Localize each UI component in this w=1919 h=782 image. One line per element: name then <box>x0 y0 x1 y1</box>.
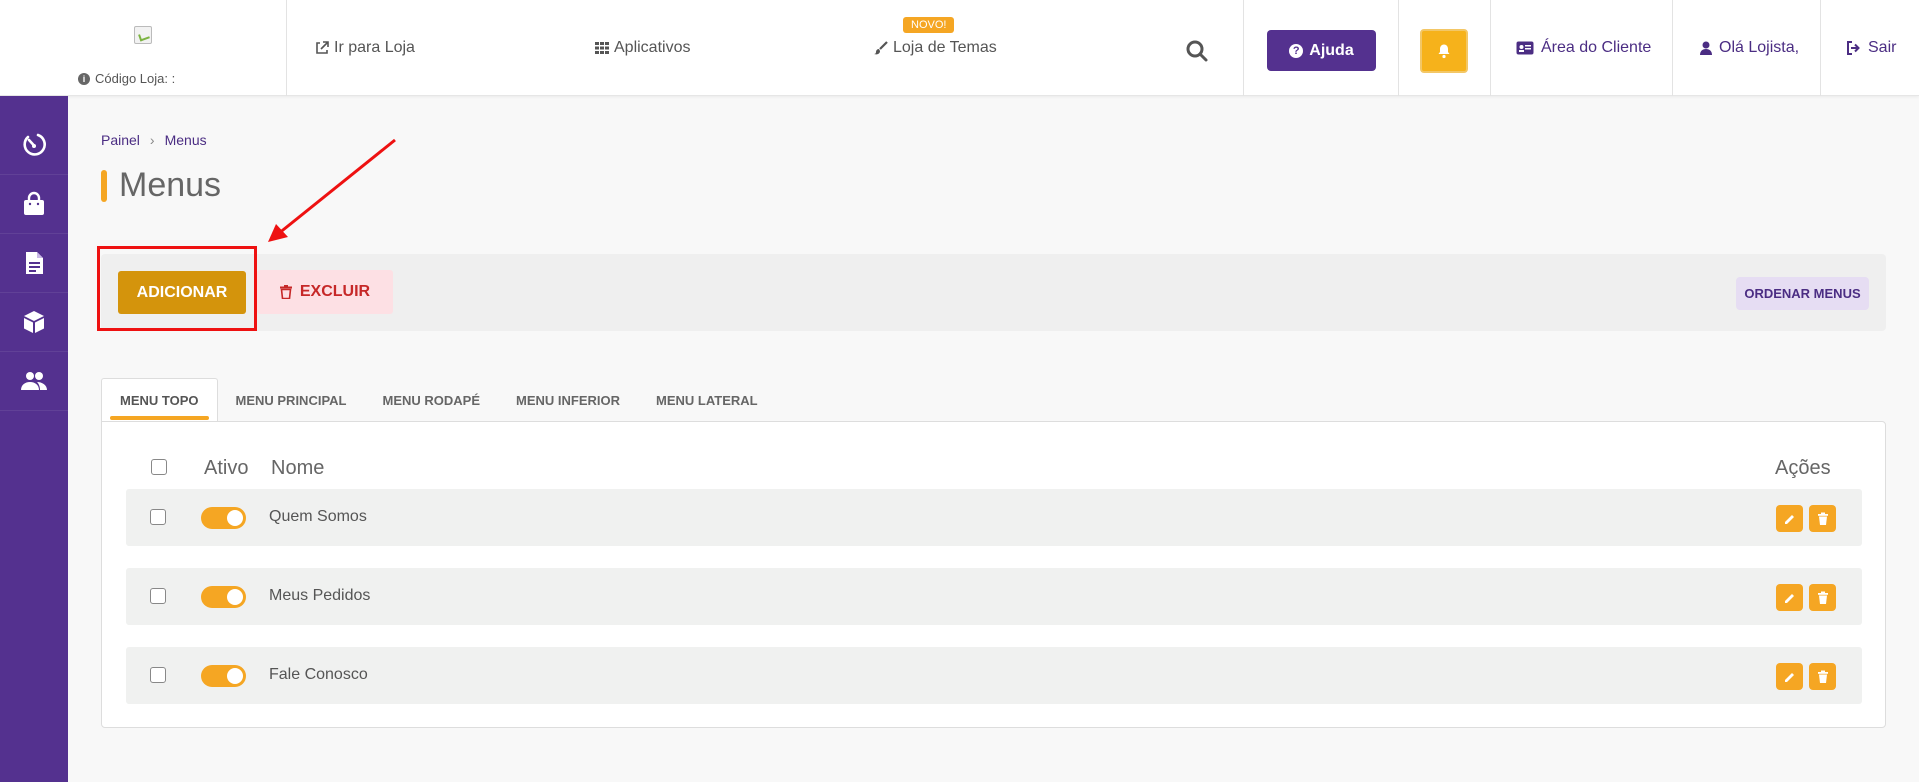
brush-icon <box>874 41 888 55</box>
info-icon: i <box>78 72 90 85</box>
user-icon <box>1700 41 1712 55</box>
active-toggle[interactable] <box>201 507 246 529</box>
trash-icon <box>1817 512 1828 525</box>
active-toggle[interactable] <box>201 665 246 687</box>
question-circle-icon: ? <box>1289 43 1304 58</box>
order-menus-button[interactable]: ORDENAR MENUS <box>1736 277 1869 310</box>
store-code: i Código Loja: : <box>78 71 175 86</box>
delete-row-button[interactable] <box>1809 663 1836 690</box>
breadcrumb: Painel › Menus <box>101 132 207 148</box>
tab-menu-topo[interactable]: MENU TOPO <box>101 378 218 422</box>
box-icon <box>24 311 44 333</box>
column-header-active: Ativo <box>204 457 249 479</box>
store-code-label: Código Loja: : <box>95 71 176 86</box>
delete-button[interactable]: EXCLUIR <box>257 270 393 314</box>
logout-link[interactable]: Sair <box>1846 0 1896 96</box>
breadcrumb-current: Menus <box>164 132 207 148</box>
pencil-icon <box>1784 514 1794 524</box>
tab-menu-rodape[interactable]: MENU RODAPÉ <box>364 378 498 422</box>
row-checkbox[interactable] <box>150 509 166 525</box>
top-header: i Código Loja: : Ir para Loja Aplicativo… <box>0 0 1919 96</box>
tab-menu-principal[interactable]: MENU PRINCIPAL <box>218 378 365 422</box>
pencil-icon <box>1784 593 1794 603</box>
trash-icon <box>279 285 292 299</box>
sidebar-item-content[interactable] <box>0 234 68 293</box>
tab-menu-inferior[interactable]: MENU INFERIOR <box>498 378 638 422</box>
notifications-button[interactable] <box>1420 29 1468 73</box>
search-icon[interactable] <box>1185 39 1209 63</box>
go-to-store-link[interactable]: Ir para Loja <box>314 0 415 96</box>
trash-icon <box>1817 591 1828 604</box>
client-area-link[interactable]: Área do Cliente <box>1516 0 1651 96</box>
pencil-icon <box>1784 672 1794 682</box>
delete-row-button[interactable] <box>1809 584 1836 611</box>
trash-icon <box>1817 670 1828 683</box>
document-icon <box>26 252 43 274</box>
annotation-arrow <box>268 138 396 242</box>
menu-table-panel: Ativo Nome Ações Quem Somos Meus Pedidos… <box>101 421 1886 728</box>
column-header-actions: Ações <box>1775 457 1831 479</box>
logo-area: i Código Loja: : <box>0 0 287 96</box>
sidebar <box>0 96 68 782</box>
header-divider <box>1490 0 1491 96</box>
header-divider <box>1820 0 1821 96</box>
edit-button[interactable] <box>1776 584 1803 611</box>
row-name: Fale Conosco <box>269 666 368 683</box>
page-title: Menus <box>119 166 222 204</box>
sidebar-item-products[interactable] <box>0 293 68 352</box>
bell-icon <box>1438 44 1450 59</box>
header-divider <box>1243 0 1244 96</box>
sign-out-icon <box>1847 41 1860 55</box>
header-divider <box>1672 0 1673 96</box>
dashboard-gauge-icon <box>23 133 46 156</box>
table-row: Quem Somos <box>126 489 1862 546</box>
broken-logo-image[interactable] <box>134 26 152 44</box>
sidebar-item-dashboard[interactable] <box>0 116 68 175</box>
breadcrumb-separator: › <box>149 132 155 148</box>
shopping-bag-icon <box>24 191 44 215</box>
table-row: Meus Pedidos <box>126 568 1862 625</box>
themes-store-link[interactable]: Loja de Temas <box>873 0 997 96</box>
help-button[interactable]: ? Ajuda <box>1267 30 1376 71</box>
breadcrumb-root[interactable]: Painel <box>101 132 140 148</box>
menu-tabs: MENU TOPO MENU PRINCIPAL MENU RODAPÉ MEN… <box>101 378 776 422</box>
header-divider <box>1398 0 1399 96</box>
row-checkbox[interactable] <box>150 588 166 604</box>
active-toggle[interactable] <box>201 586 246 608</box>
grid-icon <box>595 42 609 54</box>
edit-button[interactable] <box>1776 505 1803 532</box>
row-name: Quem Somos <box>269 508 367 525</box>
column-header-name: Nome <box>271 457 325 479</box>
row-name: Meus Pedidos <box>269 587 371 604</box>
users-icon <box>21 372 47 390</box>
title-accent-bar <box>101 170 107 202</box>
external-link-icon <box>316 41 329 54</box>
delete-row-button[interactable] <box>1809 505 1836 532</box>
row-checkbox[interactable] <box>150 667 166 683</box>
tab-menu-lateral[interactable]: MENU LATERAL <box>638 378 776 422</box>
select-all-checkbox[interactable] <box>151 459 167 475</box>
edit-button[interactable] <box>1776 663 1803 690</box>
id-card-icon <box>1516 41 1534 55</box>
annotation-highlight-box <box>97 246 257 331</box>
sidebar-item-orders[interactable] <box>0 175 68 234</box>
sidebar-item-customers[interactable] <box>0 352 68 411</box>
table-row: Fale Conosco <box>126 647 1862 704</box>
apps-link[interactable]: Aplicativos <box>594 0 690 96</box>
user-greeting[interactable]: Olá Lojista, <box>1700 0 1799 96</box>
